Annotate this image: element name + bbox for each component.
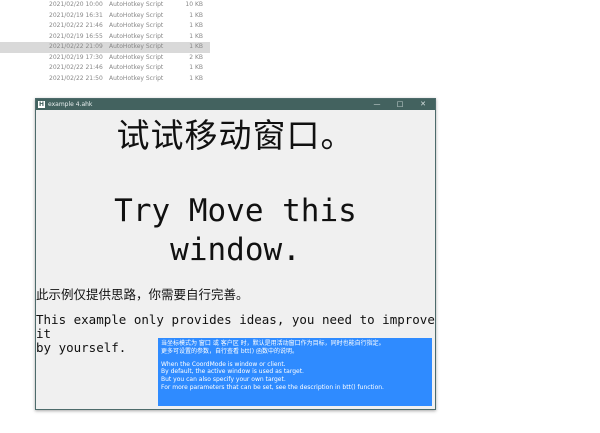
note-english-line-1: This example only provides ideas, you ne… [36, 312, 435, 341]
file-date: 2021/02/22 21:09 [49, 43, 103, 50]
file-date: 2021/02/20 10:00 [49, 1, 103, 8]
file-date: 2021/02/22 21:46 [49, 64, 103, 71]
file-size: 1 KB [189, 64, 203, 71]
tooltip-line: 当坐标模式为 窗口 或 客户区 时，默认是用活动窗口作为目标，同时也能自行指定。 [161, 340, 385, 347]
file-size: 1 KB [189, 74, 203, 82]
window-title: example 4.ahk [48, 101, 93, 108]
file-list: 2021/02/20 10:00 AutoHotkey Script 10 KB 20… [0, 0, 210, 84]
file-size: 1 KB [189, 32, 203, 40]
file-row[interactable]: 2021/02/20 10:00 AutoHotkey Script 10 KB [0, 0, 210, 11]
tooltip-line: When the CoordMode is window or client. [161, 360, 286, 368]
file-type: AutoHotkey Script [109, 1, 164, 8]
file-date: 2021/02/22 21:46 [49, 22, 103, 29]
file-size: 1 KB [189, 22, 203, 29]
file-type: AutoHotkey Script [109, 11, 164, 19]
file-row[interactable]: 2021/02/19 16:55 AutoHotkey Script 1 KB [0, 32, 210, 43]
note-chinese: 此示例仅提供思路，你需要自行完善。 [36, 287, 249, 302]
file-date: 2021/02/22 21:50 [49, 74, 103, 82]
file-row[interactable]: 2021/02/19 16:31 AutoHotkey Script 1 KB [0, 11, 210, 22]
file-date: 2021/02/19 16:55 [49, 32, 103, 40]
tooltip: 当坐标模式为 窗口 或 客户区 时，默认是用活动窗口作为目标，同时也能自行指定。… [158, 338, 432, 406]
tooltip-line: By default, the active window is used as… [161, 368, 304, 376]
file-size: 2 KB [189, 53, 203, 61]
tooltip-line: But you can also specify your own target… [161, 376, 286, 384]
file-size: 10 KB [185, 1, 203, 8]
file-type: AutoHotkey Script [109, 74, 164, 82]
heading-chinese: 试试移动窗口。 [116, 116, 355, 155]
file-type: AutoHotkey Script [109, 64, 164, 71]
heading-english-line-1: Try Move this [114, 193, 357, 229]
file-type: AutoHotkey Script [109, 43, 164, 50]
file-size: 1 KB [189, 43, 203, 50]
file-row[interactable]: 2021/02/22 21:50 AutoHotkey Script 1 KB [0, 74, 210, 85]
file-type: AutoHotkey Script [109, 32, 164, 40]
tooltip-line: 更多可设置的参数，自行查看 btt() 函数中的说明。 [161, 347, 299, 355]
file-date: 2021/02/19 17:30 [49, 53, 103, 61]
heading-english: Try Move this window. [36, 192, 435, 270]
file-row[interactable]: 2021/02/22 21:46 AutoHotkey Script 1 KB [0, 21, 210, 32]
file-row[interactable]: 2021/02/22 21:46 AutoHotkey Script 1 KB [0, 63, 210, 74]
maximize-button[interactable]: □ [392, 99, 408, 110]
file-type: AutoHotkey Script [109, 22, 164, 29]
heading-english-line-2: window. [170, 232, 301, 268]
minimize-button[interactable]: — [369, 99, 385, 110]
file-size: 1 KB [189, 11, 203, 19]
window-titlebar[interactable]: H example 4.ahk — □ ✕ [36, 99, 435, 110]
file-type: AutoHotkey Script [109, 53, 164, 61]
tooltip-line: For more parameters that can be set, see… [161, 383, 384, 391]
ahk-app-icon: H [38, 101, 45, 108]
file-row[interactable]: 2021/02/22 21:09 AutoHotkey Script 1 KB [0, 42, 210, 53]
file-row[interactable]: 2021/02/19 17:30 AutoHotkey Script 2 KB [0, 53, 210, 64]
close-button[interactable]: ✕ [415, 99, 431, 110]
file-date: 2021/02/19 16:31 [49, 11, 103, 19]
